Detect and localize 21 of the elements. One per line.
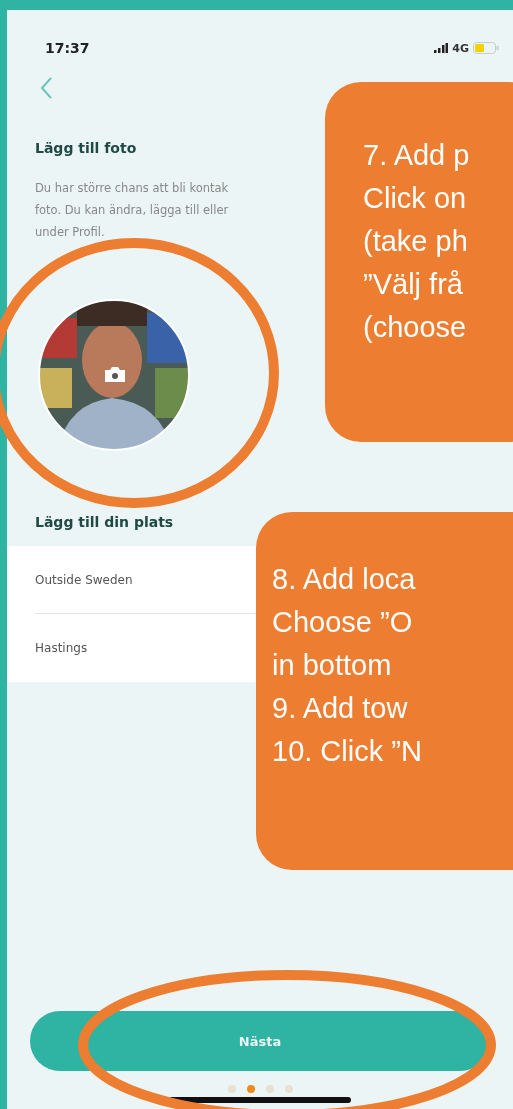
callout-text: 9. Add tow [272, 691, 408, 726]
callout-text: 8. Add loca [272, 562, 416, 597]
location-field[interactable]: Outside Sweden [35, 572, 133, 587]
callout-text: 7. Add p [363, 138, 470, 173]
callout-text: (take ph [363, 224, 468, 259]
location-field[interactable]: Hastings [35, 641, 88, 655]
callout-text: Click on [363, 181, 467, 216]
status-time: 17:37 [45, 40, 90, 56]
callout-text: Choose ”O [272, 605, 413, 640]
section-title: Lägg till din plats [35, 514, 174, 530]
callout-text: (choose [363, 310, 467, 345]
description-text: Du har större chans att bli kontak [35, 180, 229, 197]
callout-text: ”Välj frå [363, 267, 463, 302]
network-label: 4G [452, 41, 469, 55]
description-text: under Profil. [35, 224, 105, 241]
callout-text: 10. Click ”N [272, 734, 422, 769]
description-text: foto. Du kan ändra, lägga till eller [35, 202, 229, 219]
section-title: Lägg till foto [35, 140, 137, 156]
signal-icon [434, 43, 449, 53]
callout-text: in bottom [272, 648, 392, 683]
battery-icon [473, 42, 499, 54]
